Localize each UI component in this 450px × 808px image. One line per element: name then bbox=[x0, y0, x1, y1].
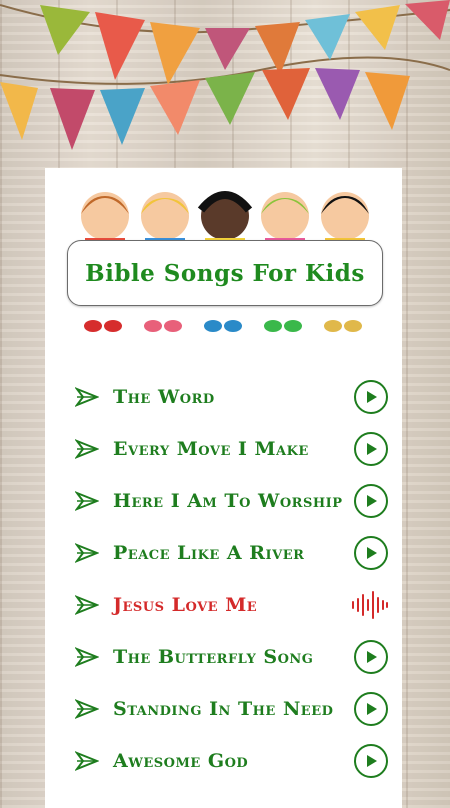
song-title: Here I Am To Worship bbox=[113, 490, 343, 512]
sound-wave-icon[interactable] bbox=[350, 590, 390, 620]
song-item[interactable]: Standing In The Need bbox=[45, 685, 402, 733]
song-title: The Butterfly Song bbox=[113, 646, 314, 668]
play-icon bbox=[367, 755, 377, 767]
arrow-icon bbox=[75, 543, 99, 563]
arrow-icon bbox=[75, 647, 99, 667]
song-title: The Word bbox=[113, 386, 215, 408]
arrow-icon bbox=[75, 491, 99, 511]
song-item[interactable]: Jesus Love Me bbox=[45, 581, 402, 629]
song-item[interactable]: Here I Am To Worship bbox=[45, 477, 402, 525]
play-icon bbox=[367, 703, 377, 715]
app-title: Bible Songs For Kids bbox=[85, 259, 365, 287]
play-icon bbox=[367, 651, 377, 663]
song-item[interactable]: Every Move I Make bbox=[45, 425, 402, 473]
arrow-icon bbox=[75, 595, 99, 615]
play-button[interactable] bbox=[354, 692, 388, 726]
app-title-banner: Bible Songs For Kids bbox=[67, 240, 383, 306]
song-title: Awesome God bbox=[113, 750, 249, 772]
song-title: Standing In The Need bbox=[113, 698, 334, 720]
play-button[interactable] bbox=[354, 380, 388, 414]
play-button[interactable] bbox=[354, 744, 388, 778]
arrow-icon bbox=[75, 751, 99, 771]
song-item[interactable]: Awesome God bbox=[45, 737, 402, 785]
play-icon bbox=[367, 495, 377, 507]
song-title: Jesus Love Me bbox=[113, 594, 258, 616]
play-icon bbox=[367, 391, 377, 403]
arrow-icon bbox=[75, 387, 99, 407]
play-button[interactable] bbox=[354, 432, 388, 466]
song-list-card: Bible Songs For Kids The Word Every Move… bbox=[45, 168, 402, 808]
song-item[interactable]: Peace Like A River bbox=[45, 529, 402, 577]
play-icon bbox=[367, 443, 377, 455]
bunting-decoration bbox=[0, 0, 450, 150]
play-button[interactable] bbox=[354, 484, 388, 518]
arrow-icon bbox=[75, 439, 99, 459]
song-item[interactable]: The Word bbox=[45, 373, 402, 421]
song-item[interactable]: The Butterfly Song bbox=[45, 633, 402, 681]
song-title: Peace Like A River bbox=[113, 542, 305, 564]
play-button[interactable] bbox=[354, 640, 388, 674]
song-title: Every Move I Make bbox=[113, 438, 309, 460]
arrow-icon bbox=[75, 699, 99, 719]
play-button[interactable] bbox=[354, 536, 388, 570]
play-icon bbox=[367, 547, 377, 559]
